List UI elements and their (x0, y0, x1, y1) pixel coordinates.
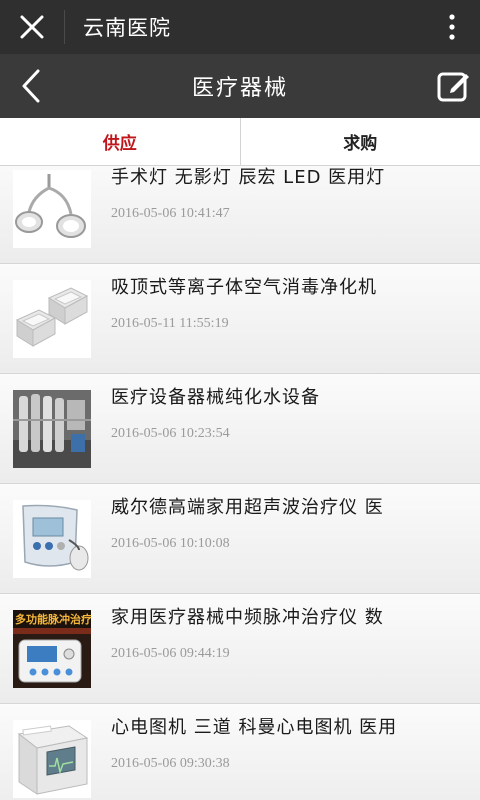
item-title: 家用医疗器械中频脉冲治疗仪 数 (111, 607, 384, 628)
item-date: 2016-05-06 09:44:19 (111, 646, 230, 661)
item-date: 2016-05-06 09:30:38 (111, 756, 230, 771)
close-icon (20, 15, 44, 39)
list-item[interactable]: 吸顶式等离子体空气消毒净化机 2016-05-11 11:55:19 (0, 264, 480, 374)
item-date: 2016-05-06 10:10:08 (111, 536, 230, 551)
air-purifier-icon (13, 280, 91, 358)
list-item[interactable]: 医疗设备器械纯化水设备 2016-05-06 10:23:54 (0, 374, 480, 484)
back-button[interactable] (0, 54, 62, 118)
surgical-lamp-thumbnail (13, 170, 91, 248)
air-purifier-thumbnail (13, 280, 91, 358)
close-button[interactable] (0, 0, 64, 54)
edit-icon (437, 72, 469, 102)
item-title: 威尔德高端家用超声波治疗仪 医 (111, 497, 384, 518)
pulse-therapy-thumbnail: 多功能脉冲治疗仪 (13, 610, 91, 688)
wechat-top-bar: 云南医院 (0, 0, 480, 54)
list-item[interactable]: 心电图机 三道 科曼心电图机 医用 2016-05-06 09:30:38 (0, 704, 480, 800)
list-item[interactable]: 威尔德高端家用超声波治疗仪 医 2016-05-06 10:10:08 (0, 484, 480, 594)
item-title: 吸顶式等离子体空气消毒净化机 (111, 277, 377, 298)
product-list: 手术灯 无影灯 辰宏 LED 医用灯 2016-05-06 10:41:47 吸… (0, 166, 480, 800)
water-purifier-thumbnail (13, 390, 91, 468)
thumb-caption: 多功能脉冲治疗仪 (15, 612, 91, 626)
page-title: 医疗器械 (191, 76, 288, 101)
item-date: 2016-05-06 10:41:47 (111, 206, 230, 221)
ultrasound-device-icon (13, 500, 91, 578)
ecg-machine-icon (13, 720, 91, 798)
item-date: 2016-05-06 10:23:54 (111, 426, 230, 441)
ultrasound-device-thumbnail (13, 500, 91, 578)
pulse-therapy-device-icon: 多功能脉冲治疗仪 (13, 610, 91, 688)
app-header: 医疗器械 (0, 54, 480, 118)
wechat-title: 云南医院 (83, 16, 171, 40)
tab-purchase[interactable]: 求购 (239, 118, 480, 165)
ecg-machine-thumbnail (13, 720, 91, 798)
item-date: 2016-05-11 11:55:19 (111, 316, 229, 331)
water-purifier-icon (13, 390, 91, 468)
chevron-left-icon (22, 69, 40, 103)
tab-bar: 供应 求购 (0, 118, 480, 166)
divider (64, 10, 65, 44)
item-title: 手术灯 无影灯 辰宏 LED 医用灯 (111, 167, 386, 188)
edit-button[interactable] (436, 68, 472, 104)
more-button[interactable] (424, 0, 480, 54)
surgical-lamp-icon (13, 170, 91, 248)
more-vertical-icon (449, 14, 455, 40)
list-item[interactable]: 多功能脉冲治疗仪 家用医疗器械中频脉冲治疗仪 数 2016-05-06 09:4… (0, 594, 480, 704)
list-item[interactable]: 手术灯 无影灯 辰宏 LED 医用灯 2016-05-06 10:41:47 (0, 166, 480, 264)
tab-supply[interactable]: 供应 (0, 118, 240, 165)
item-title: 心电图机 三道 科曼心电图机 医用 (111, 717, 398, 738)
item-title: 医疗设备器械纯化水设备 (111, 387, 320, 408)
